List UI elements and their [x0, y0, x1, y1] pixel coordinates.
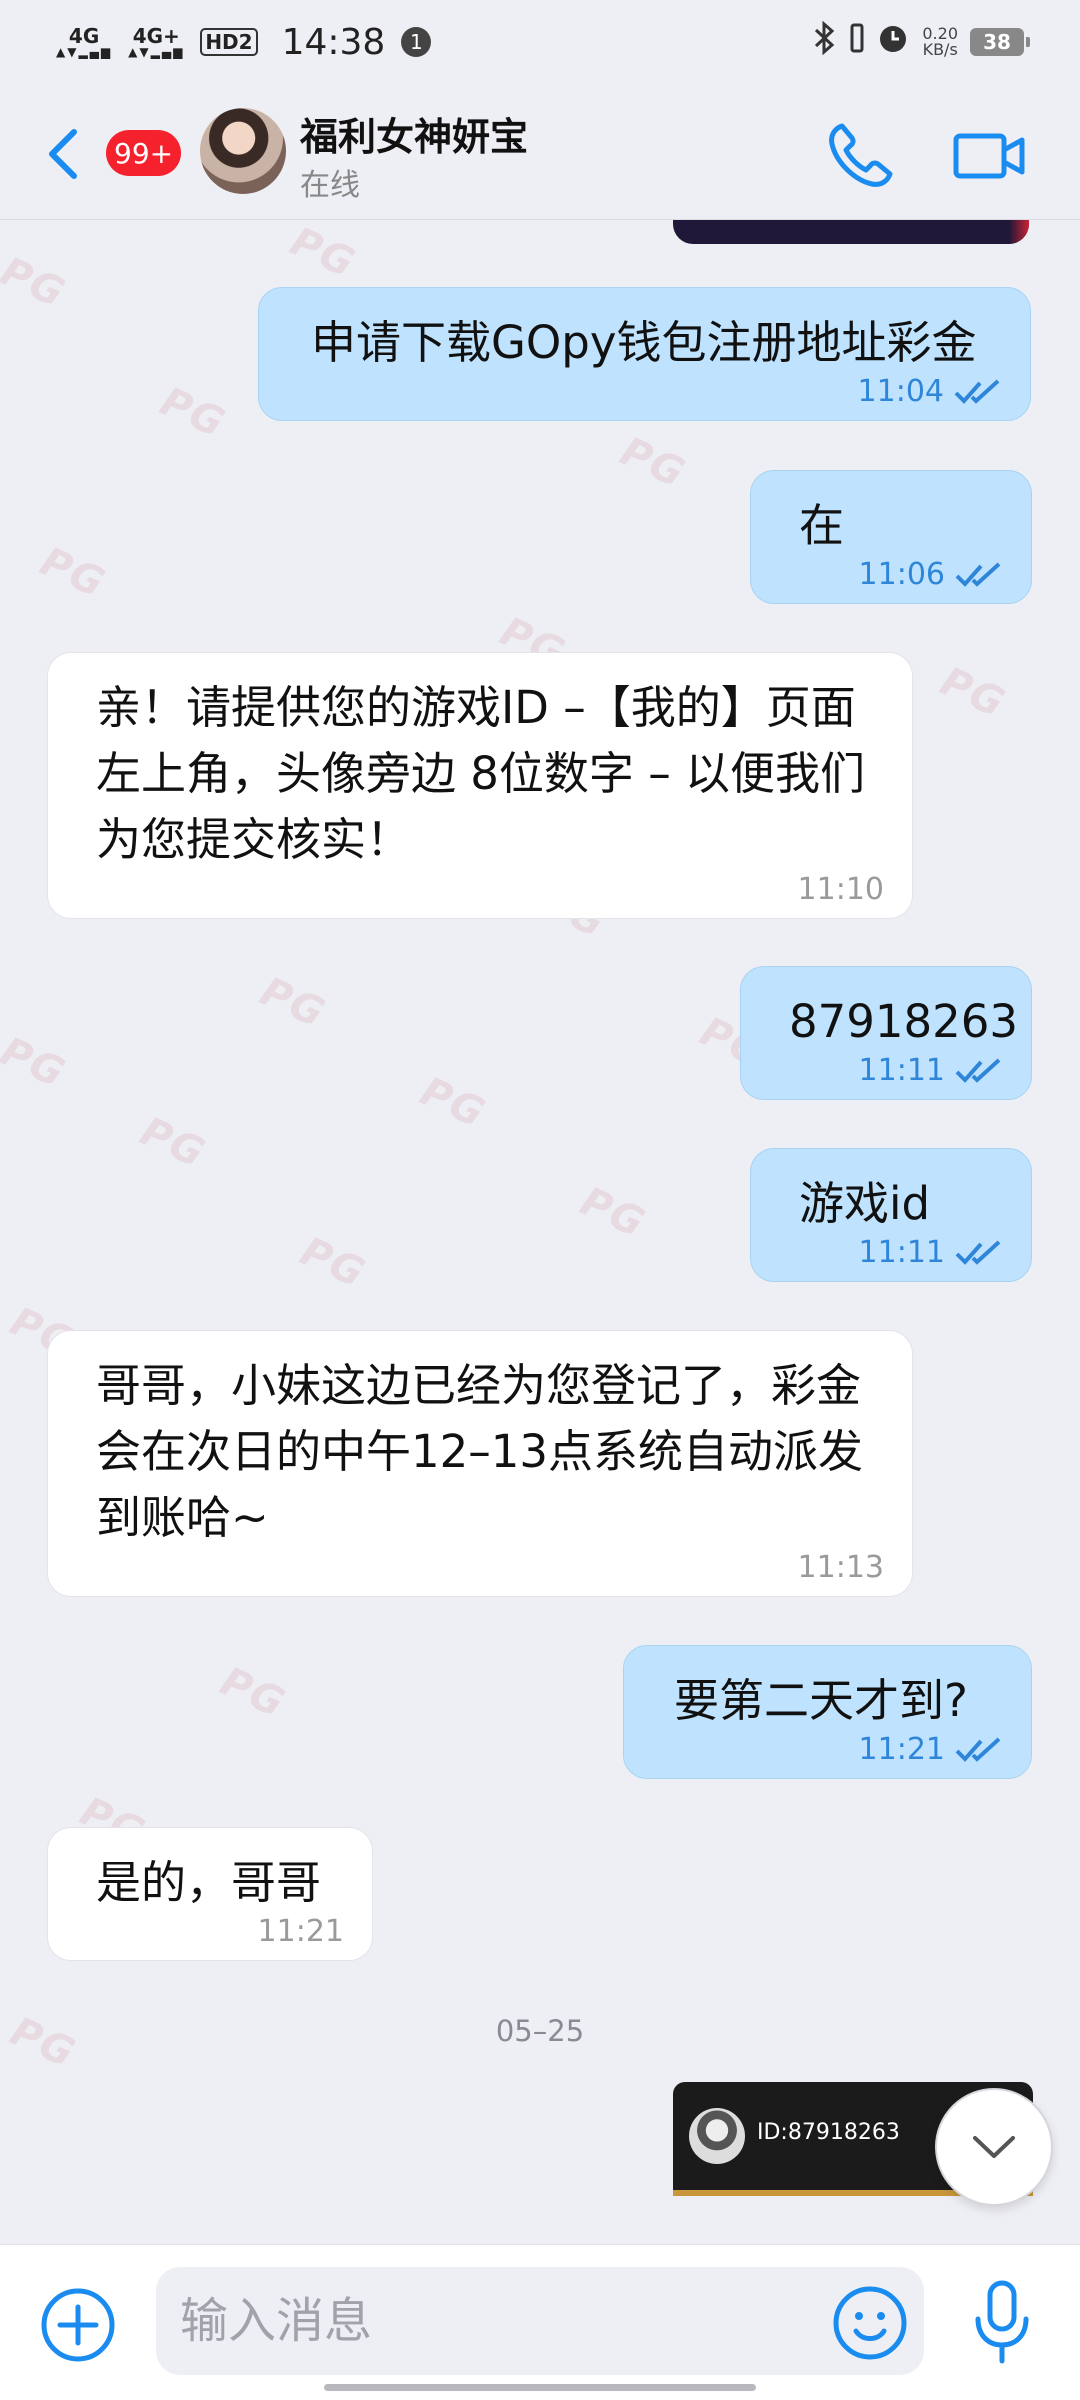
- double-check-icon: [954, 379, 1000, 404]
- message-meta: 11:04: [858, 374, 1002, 410]
- video-camera-icon: [953, 133, 1025, 179]
- battery-indicator: 38: [970, 28, 1030, 56]
- phone-icon: [829, 123, 893, 187]
- attach-button[interactable]: [38, 2285, 118, 2365]
- message-text: 申请下载GOpy钱包注册地址彩金: [311, 316, 977, 369]
- message-meta: 11:11: [859, 1235, 1003, 1271]
- message-text: 要第二天才到?: [674, 1674, 968, 1727]
- scroll-to-bottom-button[interactable]: [935, 2088, 1053, 2206]
- watermark: PG: [0, 248, 73, 318]
- chevron-down-icon: [973, 2136, 1015, 2158]
- plus-circle-icon: [41, 2288, 115, 2362]
- notification-count-badge: 1: [401, 27, 432, 57]
- watermark: PG: [33, 538, 113, 608]
- message-time: 11:10: [797, 872, 884, 907]
- message-meta: 11:11: [859, 1053, 1003, 1089]
- id-card-text: ID:87918263: [757, 2120, 900, 2145]
- message-text: 在: [799, 499, 845, 552]
- message-list[interactable]: PG PG PG PG PG PG PG PG PG PG PG PG PG P…: [0, 220, 1080, 2244]
- message-text: 亲！请提供您的游戏ID –【我的】页面左上角，头像旁边 8位数字 – 以便我们为…: [96, 681, 866, 866]
- message-time: 11:13: [797, 1550, 884, 1585]
- contact-avatar[interactable]: [200, 108, 286, 194]
- message-text: 87918263: [789, 995, 1019, 1048]
- smiley-icon: [833, 2286, 907, 2360]
- message-time: 11:04: [857, 374, 944, 409]
- message-meta: 11:21: [859, 1732, 1003, 1768]
- hd-voice-indicator: HD2: [200, 28, 258, 56]
- clock: 14:38: [281, 21, 386, 63]
- message-time: 11:21: [257, 1914, 344, 1949]
- message-time: 11:21: [858, 1732, 945, 1767]
- message-bubble-outgoing[interactable]: 申请下载GOpy钱包注册地址彩金 11:04: [258, 287, 1031, 421]
- message-text: 是的，哥哥: [96, 1856, 322, 1909]
- network-speed: 0.20 KB/s: [922, 24, 958, 59]
- bluetooth-icon: [812, 20, 838, 63]
- contact-name[interactable]: 福利女神妍宝: [300, 106, 528, 161]
- previous-media-card-edge[interactable]: [673, 220, 1029, 244]
- microphone-icon: [975, 2280, 1029, 2364]
- message-meta: 11:13: [798, 1550, 884, 1586]
- signal-4g-indicator: 4G ▲▼▂▄▆: [56, 24, 113, 59]
- message-bubble-incoming[interactable]: 哥哥，小妹这边已经为您登记了，彩金会在次日的中午12–13点系统自动派发到账哈~…: [47, 1330, 913, 1597]
- watermark: PG: [133, 1108, 213, 1178]
- alarm-icon: [876, 21, 910, 63]
- watermark: PG: [573, 1178, 653, 1248]
- message-bubble-outgoing[interactable]: 要第二天才到? 11:21: [623, 1645, 1032, 1779]
- watermark: PG: [283, 220, 363, 288]
- message-bubble-incoming[interactable]: 是的，哥哥 11:21: [47, 1827, 373, 1961]
- message-input[interactable]: [156, 2267, 924, 2375]
- message-time: 11:11: [858, 1235, 945, 1270]
- watermark: PG: [0, 1028, 73, 1098]
- watermark: PG: [253, 968, 333, 1038]
- status-bar: 4G ▲▼▂▄▆ 4G+ ▲▼▂▄▆ HD2 14:38 1 0.20 KB/s 3…: [0, 0, 1080, 84]
- message-bubble-outgoing[interactable]: 在 11:06: [750, 470, 1032, 604]
- message-text: 哥哥，小妹这边已经为您登记了，彩金会在次日的中午12–13点系统自动派发到账哈~: [96, 1359, 864, 1544]
- double-check-icon: [955, 1240, 1001, 1265]
- voice-message-button[interactable]: [962, 2275, 1042, 2371]
- watermark: PG: [613, 428, 693, 498]
- home-indicator[interactable]: [324, 2384, 756, 2391]
- back-button[interactable]: [40, 124, 90, 184]
- watermark: PG: [153, 378, 233, 448]
- chevron-left-icon: [49, 129, 77, 179]
- message-meta: 11:06: [859, 557, 1003, 593]
- unread-count-badge[interactable]: 99+: [106, 130, 182, 176]
- vibrate-icon: [850, 23, 864, 61]
- message-meta: 11:10: [798, 872, 884, 908]
- message-time: 11:06: [858, 557, 945, 592]
- message-meta: 11:21: [258, 1914, 344, 1950]
- avatar: [689, 2108, 745, 2164]
- presence-status: 在线: [300, 168, 360, 203]
- voice-call-button[interactable]: [820, 116, 900, 196]
- double-check-icon: [955, 1058, 1001, 1083]
- watermark: PG: [293, 1228, 373, 1298]
- double-check-icon: [955, 1737, 1001, 1762]
- date-separator: 05–25: [495, 2014, 585, 2048]
- message-bubble-incoming[interactable]: 亲！请提供您的游戏ID –【我的】页面左上角，头像旁边 8位数字 – 以便我们为…: [47, 652, 913, 919]
- message-time: 11:11: [858, 1053, 945, 1088]
- watermark: PG: [213, 1658, 293, 1728]
- chat-header: 99+ 福利女神妍宝 在线: [0, 84, 1080, 220]
- video-call-button[interactable]: [950, 116, 1030, 196]
- double-check-icon: [955, 562, 1001, 587]
- message-bubble-outgoing[interactable]: 87918263 11:11: [740, 966, 1032, 1100]
- emoji-button[interactable]: [830, 2283, 910, 2363]
- signal-4g-plus-indicator: 4G+ ▲▼▂▄▆: [128, 24, 185, 59]
- watermark: PG: [933, 658, 1013, 728]
- watermark: PG: [413, 1068, 493, 1138]
- composer-bar: [0, 2244, 1080, 2400]
- message-text: 游戏id: [799, 1177, 931, 1230]
- message-bubble-outgoing[interactable]: 游戏id 11:11: [750, 1148, 1032, 1282]
